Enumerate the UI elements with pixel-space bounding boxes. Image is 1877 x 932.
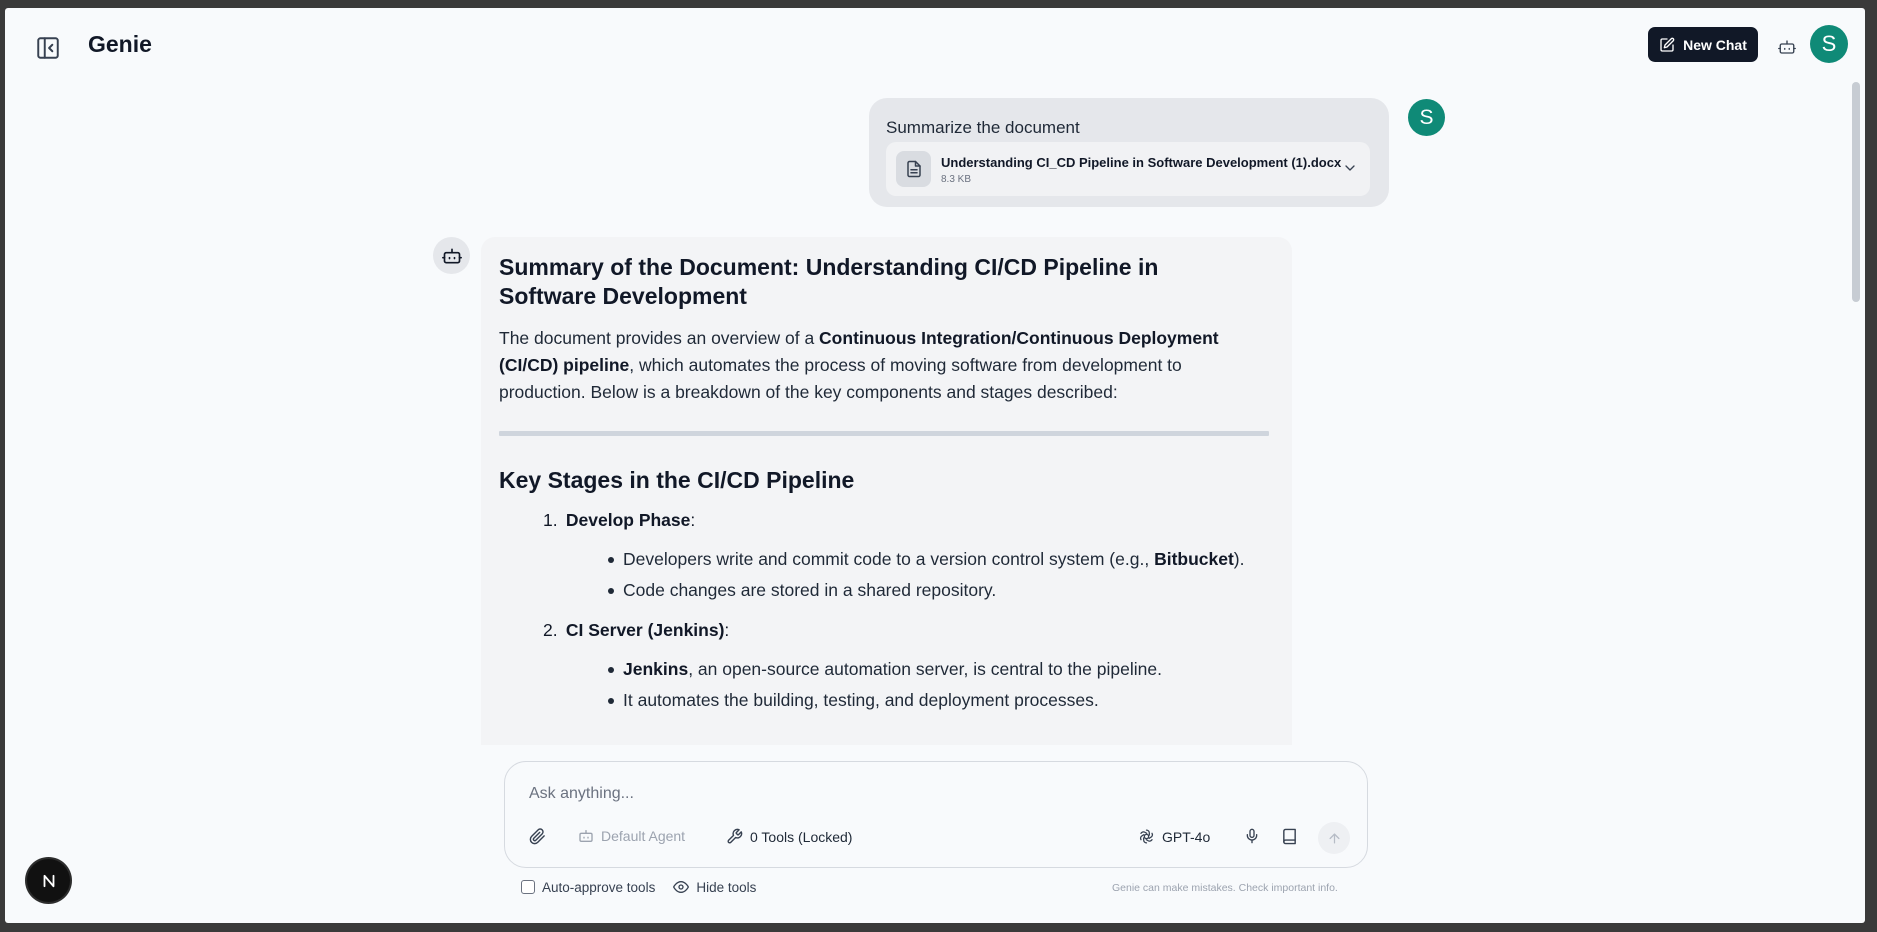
- bullet-bold-text: Jenkins: [623, 659, 689, 679]
- hide-tools-toggle[interactable]: Hide tools: [673, 879, 756, 895]
- attachment-file-size: 8.3 KB: [941, 174, 972, 185]
- sidebar-collapse-icon: [37, 37, 59, 59]
- agent-selector[interactable]: Default Agent: [578, 828, 685, 844]
- bullet-text: It automates the building, testing, and …: [623, 690, 1099, 710]
- composer-footer-options: Auto-approve tools Hide tools: [521, 879, 756, 895]
- bot-icon: [441, 248, 462, 263]
- stage-number: 2.: [543, 620, 558, 640]
- user-message-text: Summarize the document: [886, 118, 1080, 137]
- microphone-button[interactable]: [1244, 828, 1260, 844]
- new-chat-button[interactable]: New Chat: [1648, 27, 1758, 62]
- tools-button[interactable]: 0 Tools (Locked): [726, 828, 852, 845]
- bullet-bold-text: Bitbucket: [1154, 549, 1234, 569]
- edit-icon: [1660, 37, 1675, 52]
- auto-approve-label: Auto-approve tools: [542, 879, 656, 895]
- microphone-icon: [1246, 828, 1258, 844]
- paperclip-icon: [529, 828, 545, 845]
- bullet-text: Developers write and commit code to a ve…: [623, 549, 1155, 569]
- bullet-text: Code changes are stored in a shared repo…: [623, 580, 997, 600]
- badge-letter-glyph: [43, 874, 54, 887]
- file-attachment[interactable]: Understanding CI_CD Pipeline in Software…: [886, 142, 1370, 196]
- user-message-bubble: Summarize the document Understanding CI_…: [869, 98, 1389, 207]
- assistant-avatar: [433, 237, 470, 274]
- eye-icon: [673, 881, 690, 893]
- stage-bullet-list: Jenkins, an open-source automation serve…: [607, 654, 1274, 716]
- stage-suffix: :: [724, 620, 730, 640]
- auto-approve-toggle[interactable]: Auto-approve tools: [521, 879, 655, 895]
- list-item: Code changes are stored in a shared repo…: [607, 575, 1274, 606]
- book-icon: [1283, 828, 1296, 845]
- attach-file-button[interactable]: [529, 828, 546, 845]
- nextjs-logo-icon: [43, 874, 54, 887]
- bot-icon: [1778, 40, 1796, 54]
- horizontal-divider: [499, 431, 1269, 436]
- stage-title: CI Server (Jenkins): [565, 620, 725, 640]
- stage-title: Develop Phase: [565, 510, 691, 530]
- attachment-file-name: Understanding CI_CD Pipeline in Software…: [941, 155, 1342, 170]
- sidebar-toggle-button[interactable]: [33, 33, 63, 63]
- scrollbar-thumb[interactable]: [1852, 82, 1860, 302]
- knowledge-button[interactable]: [1281, 828, 1298, 845]
- openai-icon: [1139, 829, 1154, 844]
- model-label: GPT-4o: [1162, 828, 1211, 845]
- assistant-message-card: Summary of the Document: Understanding C…: [481, 237, 1292, 745]
- disclaimer-text: Genie can make mistakes. Check important…: [1112, 882, 1338, 894]
- summary-intro: The document provides an overview of a C…: [499, 325, 1259, 406]
- new-chat-label: New Chat: [1683, 36, 1747, 53]
- app-title: Genie: [88, 31, 152, 57]
- stage-bullet-list: Developers write and commit code to a ve…: [607, 544, 1274, 606]
- document-icon: [906, 160, 921, 178]
- user-message-avatar: S: [1408, 99, 1445, 136]
- header: Genie New Chat S: [5, 8, 1865, 84]
- model-selector[interactable]: GPT-4o: [1138, 828, 1210, 845]
- agent-button[interactable]: [1774, 34, 1800, 60]
- stage-number: 1.: [543, 510, 558, 530]
- nextjs-badge[interactable]: N: [27, 859, 70, 902]
- chat-input[interactable]: [529, 782, 1329, 806]
- auto-approve-checkbox[interactable]: [521, 880, 535, 894]
- chat-composer: Default Agent 0 Tools (Locked) GPT-4o: [504, 761, 1368, 868]
- list-item: It automates the building, testing, and …: [607, 685, 1274, 716]
- file-icon-box: [896, 151, 931, 187]
- list-item: Jenkins, an open-source automation serve…: [607, 654, 1274, 685]
- list-item: Developers write and commit code to a ve…: [607, 544, 1274, 575]
- user-avatar[interactable]: S: [1810, 25, 1848, 63]
- chevron-down-icon[interactable]: [1342, 160, 1358, 176]
- bot-icon: [579, 830, 593, 842]
- hide-tools-label: Hide tools: [696, 879, 757, 895]
- arrow-up-icon: [1329, 833, 1339, 843]
- bullet-text: , an open-source automation server, is c…: [688, 659, 1162, 679]
- stage-item: 2. CI Server (Jenkins):: [543, 620, 1274, 641]
- section-title: Key Stages in the CI/CD Pipeline: [499, 467, 855, 493]
- intro-text-start: The document provides an overview of a: [499, 328, 820, 348]
- app-window: Genie New Chat S Summarize the document: [5, 8, 1865, 923]
- send-button[interactable]: [1318, 822, 1350, 854]
- wrench-icon: [727, 828, 743, 844]
- summary-title: Summary of the Document: Understanding C…: [499, 254, 1159, 309]
- stage-suffix: :: [690, 510, 696, 530]
- agent-selector-label: Default Agent: [601, 828, 686, 844]
- stage-item: 1. Develop Phase:: [543, 510, 1274, 531]
- tools-label: 0 Tools (Locked): [750, 828, 853, 845]
- bullet-text: ).: [1233, 549, 1245, 569]
